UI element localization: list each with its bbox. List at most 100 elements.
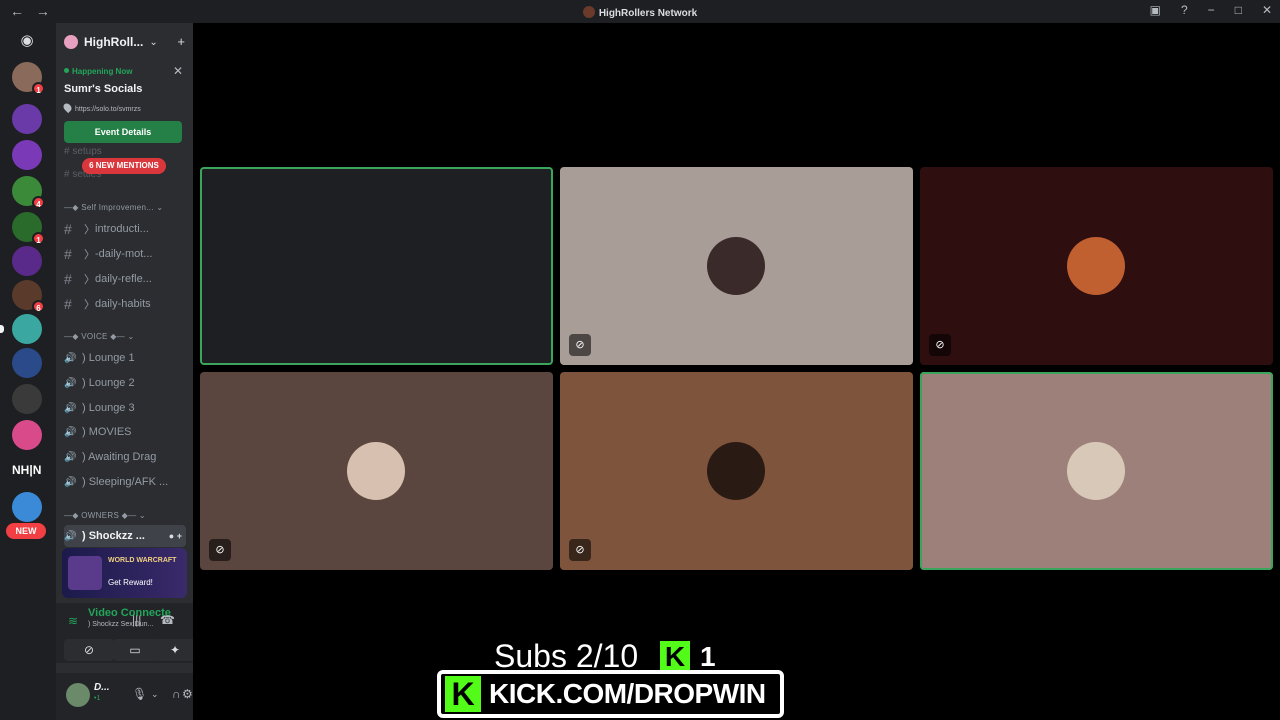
microphone-icon[interactable]: 🎙 [132,687,147,701]
unread-badge: 1 [32,82,45,95]
speaker-icon: 🔊 [64,451,77,463]
mic-muted-icon: ⊘ [569,334,591,356]
server-icon-7[interactable]: 6 [12,280,45,313]
close-button[interactable]: ✕ [1262,3,1272,17]
chevron-down-icon[interactable]: ⌄ [151,689,159,700]
disconnect-icon[interactable]: ☎ [160,613,175,627]
channel-daily-motivation[interactable]: # 〉 -daily-mot... [64,243,186,265]
voice-status-channel[interactable]: ) Shockzz Sex Dun... [88,621,153,628]
participant-avatar [1067,442,1125,500]
speaker-icon: 🔊 [64,402,77,414]
screen-share-button[interactable]: ▭ [113,639,157,661]
hash-icon: # [64,271,72,287]
voice-channel-active[interactable]: 🔊) Shockzz ... ● + [64,525,186,547]
server-icon-12[interactable] [12,492,42,522]
channel-daily-reflection[interactable]: # 〉 daily-refle... [64,268,186,290]
new-badge: NEW [6,523,46,539]
server-icon-11[interactable] [12,420,42,450]
settings-gear-icon[interactable]: ⚙ [182,687,193,701]
speaker-icon: 🔊 [64,530,77,542]
hash-icon: # [64,221,72,237]
add-user-icon[interactable]: + [177,34,185,49]
guild-icon [64,35,78,49]
voice-channel-awaiting-drag[interactable]: 🔊) Awaiting Drag [64,446,186,468]
tile-6[interactable] [920,372,1273,570]
window-controls: ▣ ? − □ ✕ [1150,3,1272,17]
server-icon-5[interactable]: 1 [12,212,45,245]
activities-button[interactable]: ✦ [153,639,197,661]
server-icon-6[interactable] [12,246,42,276]
event-status: Happening Now [64,67,132,76]
help-icon[interactable]: ? [1181,3,1188,17]
category-owners[interactable]: —◆ OWNERS ◆— ⌄ [64,511,146,520]
voice-channel-lounge-3[interactable]: 🔊) Lounge 3 [64,397,186,419]
speaker-icon: 🔊 [64,476,77,488]
hash-icon: # [64,246,72,262]
kick-logo-icon: K [445,676,481,712]
tile-5[interactable]: ⊘ [560,372,913,570]
voice-channel-sleeping-afk[interactable]: 🔊) Sleeping/AFK ... [64,471,186,493]
tile-1[interactable] [200,167,553,365]
tile-4[interactable]: ⊘ [200,372,553,570]
event-location[interactable]: https://solo.to/svmrzs [61,101,141,114]
screen-share-icon[interactable]: ▣ [1150,3,1161,17]
channel-introductions[interactable]: # 〉 introducti... [64,218,186,240]
server-icon-4[interactable]: 4 [12,176,45,209]
server-icon-2[interactable] [12,104,42,134]
kick-banner: K KICK.COM/DROPWIN [437,670,784,718]
promo-title: WORLD WARCRAFT [108,557,177,564]
promo-banner[interactable]: WORLD WARCRAFT Get Reward! [62,548,187,598]
discord-home-icon[interactable]: ◉ [13,31,41,51]
user-name: D... [94,682,110,693]
server-icon-10[interactable] [12,384,42,414]
participant-avatar [347,442,405,500]
unread-badge: 4 [32,196,45,209]
avatar[interactable] [66,683,90,707]
guild-header[interactable]: HighRoll... ⌄ + [56,23,193,61]
promo-image [68,556,102,590]
tile-2[interactable]: ⊘ [560,167,913,365]
headphones-icon[interactable]: ∩ [172,687,181,701]
window-title: HighRollers Network [0,6,1280,19]
speaker-icon: 🔊 [64,426,77,438]
mic-muted-icon: ⊘ [569,539,591,561]
kick-logo-icon: K [660,641,690,673]
channel-chat-icon[interactable]: ● + [169,531,182,541]
tile-3[interactable]: ⊘ [920,167,1273,365]
voice-status-title: Video Connecte [88,607,171,619]
user-panel: D... •1 🎙 ⌄ ∩ ⚙ [56,673,193,720]
noise-suppression-icon[interactable]: ||| [132,613,141,627]
server-icon-8[interactable] [0,314,42,344]
kick-url: KICK.COM/DROPWIN [489,678,766,709]
mic-muted-icon: ⊘ [209,539,231,561]
event-details-button[interactable]: Event Details [64,121,182,143]
maximize-button[interactable]: □ [1235,3,1242,17]
server-icon-9[interactable] [12,348,42,378]
guild-name: HighRoll... [84,35,144,49]
unread-badge: 1 [32,232,45,245]
server-icon-1[interactable]: 1 [12,62,45,95]
voice-channel-lounge-2[interactable]: 🔊) Lounge 2 [64,372,186,394]
location-pin-icon [61,101,74,114]
server-icon [582,6,595,18]
faded-channel: # setups [64,146,102,157]
voice-channel-movies[interactable]: 🔊) MOVIES [64,421,186,443]
channel-daily-habits[interactable]: # 〉 daily-habits [64,293,186,315]
category-voice[interactable]: —◆ VOICE ◆— ⌄ [64,332,135,341]
hash-icon: # [64,296,72,312]
voice-channel-lounge-1[interactable]: 🔊) Lounge 1 [64,347,186,369]
new-mentions-badge[interactable]: 6 NEW MENTIONS [82,158,166,174]
user-status: •1 [94,695,101,702]
signal-icon[interactable]: ≋ [68,614,78,628]
event-card: Happening Now ✕ Sumr's Socials https://s… [60,61,189,147]
speaker-icon: 🔊 [64,377,77,389]
category-self-improvement[interactable]: —◆ Self Improvemen... ⌄ [64,203,163,212]
kick-count: 1 [700,641,716,672]
minimize-button[interactable]: − [1208,3,1215,17]
close-icon[interactable]: ✕ [173,64,183,78]
server-nhn-label[interactable]: NH|N [12,463,41,477]
server-icon-3[interactable] [12,140,42,170]
unread-badge: 6 [32,300,45,313]
channel-sidebar: HighRoll... ⌄ + Happening Now ✕ Sumr's S… [56,23,197,720]
camera-off-button[interactable]: ⊘ [64,639,114,661]
